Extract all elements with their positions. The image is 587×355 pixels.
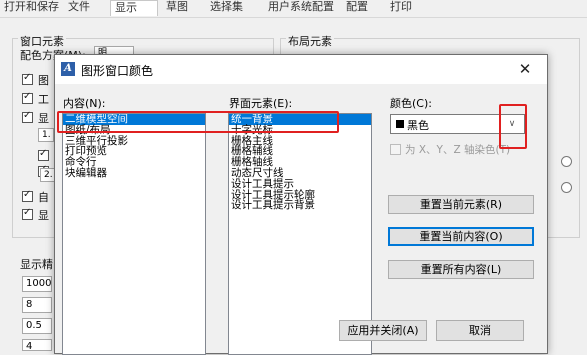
precision-input[interactable]: 0.5 <box>22 318 52 334</box>
layout-option-radio[interactable] <box>561 182 572 193</box>
context-label: 内容(N): <box>63 97 106 110</box>
interface-element-list-item[interactable]: 设计工具提示 <box>229 178 371 190</box>
interface-element-list-item[interactable]: 设计工具提示背景 <box>229 200 371 211</box>
window-option-checkbox[interactable] <box>22 72 33 85</box>
tint-axes-checkbox[interactable] <box>390 144 401 155</box>
precision-input[interactable]: 4 <box>22 339 52 352</box>
window-option-checkbox[interactable] <box>38 148 49 161</box>
tab-display[interactable]: 显示 <box>110 0 158 16</box>
window-option-checkbox[interactable] <box>22 110 33 123</box>
tab-open-save[interactable]: 打开和保存 <box>0 0 62 16</box>
chevron-down-icon[interactable]: ∨ <box>500 115 524 133</box>
window-option-label: 自 <box>38 191 49 204</box>
precision-input[interactable]: 8 <box>22 297 52 313</box>
window-option-checkbox[interactable] <box>22 189 33 202</box>
window-option-checkbox[interactable] <box>22 91 33 104</box>
restore-element-button[interactable]: 重置当前元素(R) <box>388 195 534 214</box>
window-option-label: 工 <box>38 93 49 106</box>
interface-element-listbox[interactable]: 统一背景 十字光标 栅格主线 栅格辅线 栅格轴线 动态尺寸线 设计工具提示 设计工具提示轮廓设… <box>228 113 372 355</box>
color-value: 黑色 <box>407 119 429 132</box>
close-button[interactable]: ✕ <box>513 57 537 81</box>
dialog-title-bar[interactable]: A 图形窗口颜色 ✕ <box>55 55 547 84</box>
window-option-label: 显 <box>38 112 49 125</box>
context-list-item[interactable]: 图纸/布局 <box>63 124 205 136</box>
interface-element-label: 界面元素(E): <box>229 97 293 110</box>
dialog-title: 图形窗口颜色 <box>81 64 154 78</box>
precision-input[interactable]: 1000 <box>22 276 52 292</box>
tab-files[interactable]: 文件 <box>64 0 104 16</box>
window-option-checkbox[interactable] <box>22 207 33 220</box>
numeric-field[interactable]: 1. <box>38 128 54 142</box>
interface-element-list-item[interactable]: 十字光标 <box>229 124 371 136</box>
window-option-label: 显 <box>38 209 49 222</box>
tab-user-prefs[interactable]: 用户系统配置 <box>264 0 340 16</box>
color-dropdown[interactable]: 黑色 ∨ <box>390 114 525 134</box>
display-precision-title: 显示精 <box>20 258 53 271</box>
options-tab-strip: 打开和保存 文件 显示 草图 选择集 用户系统配置 配置 打印 <box>0 0 587 18</box>
cancel-button[interactable]: 取消 <box>436 320 524 341</box>
tab-selection[interactable]: 选择集 <box>206 0 262 16</box>
tab-plot[interactable]: 打印 <box>386 0 426 16</box>
tab-profiles[interactable]: 配置 <box>342 0 382 16</box>
apply-close-button[interactable]: 应用并关闭(A) <box>339 320 427 341</box>
context-list-item[interactable]: 块编辑器 <box>63 168 205 179</box>
restore-all-button[interactable]: 重置所有内容(L) <box>388 260 534 279</box>
graphics-window-colors-dialog: A 图形窗口颜色 ✕ 内容(N): 二维模型空间 图纸/布局 三维平行投影 打印预览命… <box>54 54 548 355</box>
tab-drafting[interactable]: 草图 <box>162 0 202 16</box>
context-listbox[interactable]: 二维模型空间 图纸/布局 三维平行投影 打印预览 命令行 块编辑器 <box>62 113 206 355</box>
layout-option-radio[interactable] <box>561 156 572 167</box>
layout-elements-title: 布局元素 <box>286 33 334 49</box>
restore-context-button[interactable]: 重置当前内容(O) <box>388 227 534 246</box>
window-option-label: 图 <box>38 74 49 87</box>
color-swatch <box>396 120 404 128</box>
tint-axes-label: 为 X、Y、Z 轴染色(T) <box>405 144 511 156</box>
color-label: 颜色(C): <box>390 97 432 110</box>
app-icon: A <box>61 62 75 76</box>
